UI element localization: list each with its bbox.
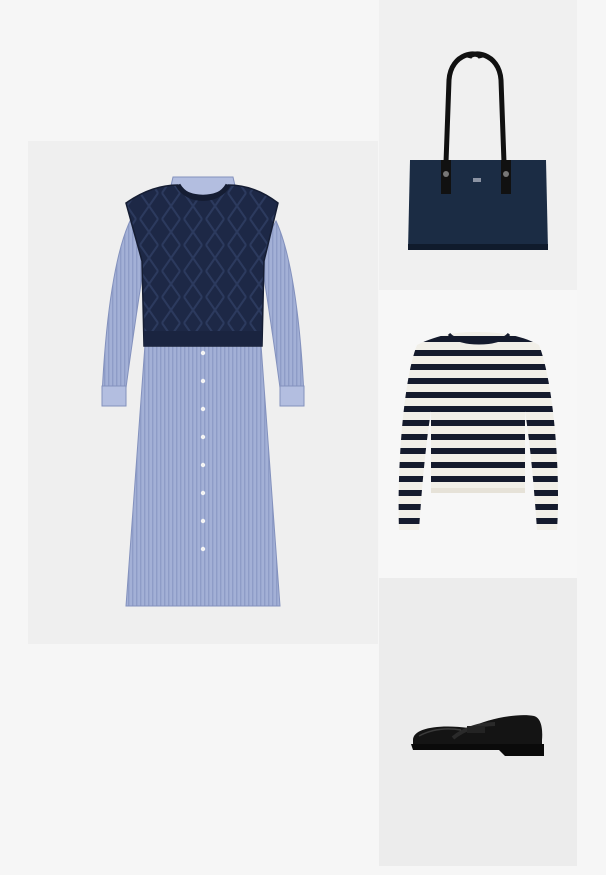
loafer-icon bbox=[411, 715, 544, 756]
dress-panel bbox=[28, 141, 378, 644]
bag-panel bbox=[379, 0, 577, 290]
striped-sweater-icon bbox=[398, 332, 559, 530]
shoe-panel bbox=[379, 578, 577, 866]
dress-with-knit-vest-icon bbox=[101, 176, 305, 607]
top-panel bbox=[379, 290, 577, 578]
tote-bag-icon bbox=[408, 51, 548, 250]
